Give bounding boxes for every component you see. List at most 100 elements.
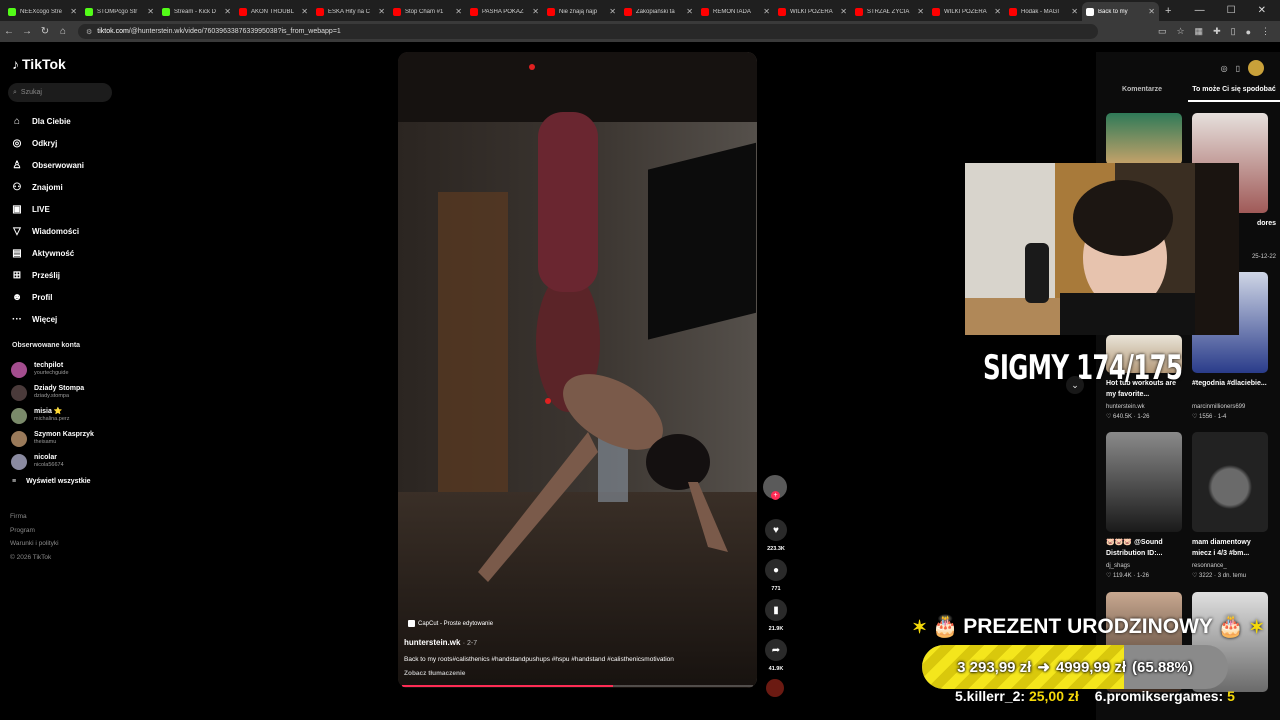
profile-browser-icon[interactable]: ● — [1246, 27, 1251, 37]
maximize-icon[interactable]: ☐ — [1227, 5, 1236, 16]
browser-tab[interactable]: STRZAŁ ŻYCIA ✕ — [851, 2, 928, 21]
browser-tab[interactable]: Stop Cham #1 ✕ — [389, 2, 466, 21]
video-author[interactable]: hunterstein.wk · 2-7 — [404, 638, 477, 647]
close-tab-icon[interactable]: ✕ — [532, 7, 539, 16]
close-tab-icon[interactable]: ✕ — [378, 7, 385, 16]
new-tab-icon[interactable]: + — [1165, 5, 1171, 17]
close-tab-icon[interactable]: ✕ — [70, 7, 77, 16]
thumbnail-5[interactable] — [1106, 432, 1182, 532]
sidebar-item[interactable]: ♙ Obserwowani — [10, 154, 120, 176]
followed-account[interactable]: techpilot yourtechguide — [11, 358, 121, 381]
close-tab-icon[interactable]: ✕ — [1071, 7, 1078, 16]
follow-plus-icon[interactable]: + — [771, 491, 780, 500]
item-caption[interactable]: 🐷🐷🐷 @Sound Distribution ID:... — [1106, 537, 1184, 559]
close-tab-icon[interactable]: ✕ — [840, 7, 847, 16]
heart-icon[interactable]: ♥ — [765, 519, 787, 541]
close-tab-icon[interactable]: ✕ — [455, 7, 462, 16]
item-author[interactable]: dj_shags — [1106, 561, 1186, 571]
sidebar-item[interactable]: ▽ Wiadomości — [10, 220, 120, 242]
sidepanel-icon[interactable]: ▯ — [1231, 26, 1236, 37]
chevron-down-icon[interactable]: ⌄ — [1066, 376, 1084, 394]
followed-account[interactable]: misia ⭐ michalina.perz — [11, 404, 121, 427]
home-browser-icon[interactable]: ⌂ — [54, 26, 72, 37]
minimize-icon[interactable]: — — [1195, 5, 1205, 16]
translate-link[interactable]: Zobacz tłumaczenie — [404, 670, 465, 677]
item-author[interactable]: marcinmillioners699 — [1192, 402, 1272, 412]
comment-icon[interactable]: ● — [765, 559, 787, 581]
search-input[interactable]: ⌕ Szukaj — [8, 83, 112, 102]
browser-tab[interactable]: ESKA Hity na C ✕ — [312, 2, 389, 21]
browser-tab[interactable]: WILKI POŻERA ✕ — [774, 2, 851, 21]
browser-tab[interactable]: REMONTADA ✕ — [697, 2, 774, 21]
sidebar-item[interactable]: ☻ Profil — [10, 286, 120, 308]
capcut-badge[interactable]: CapCut - Proste edytowanie — [408, 620, 493, 627]
user-avatar[interactable] — [1248, 60, 1264, 76]
footer-link[interactable]: Warunki i polityki — [10, 537, 59, 551]
comment-action[interactable]: ● 771 — [763, 559, 789, 592]
extension-icon[interactable]: ▦ — [1195, 26, 1204, 37]
reload-icon[interactable]: ↻ — [36, 26, 54, 37]
sidebar-item[interactable]: ⊞ Prześlij — [10, 264, 120, 286]
followed-account[interactable]: nicolar nicola56674 — [11, 450, 121, 473]
share-icon[interactable]: ➦ — [765, 639, 787, 661]
video-progress-bar[interactable] — [402, 685, 753, 687]
cast-icon[interactable]: ▭ — [1158, 26, 1167, 37]
music-disc-icon[interactable] — [766, 679, 784, 697]
footer-link[interactable]: Program — [10, 524, 59, 538]
tab-suggested[interactable]: To może Ci się spodobać — [1188, 86, 1280, 102]
thumbnail-1[interactable] — [1106, 113, 1182, 165]
item-author[interactable]: resonnance_ — [1192, 561, 1272, 571]
followed-account[interactable]: Dziady Stompa dziady.stompa — [11, 381, 121, 404]
close-tab-icon[interactable]: ✕ — [917, 7, 924, 16]
sidebar-item[interactable]: ⚇ Znajomi — [10, 176, 120, 198]
item-author[interactable]: hunterstein.wk — [1106, 402, 1186, 412]
thumbnail-6[interactable] — [1192, 432, 1268, 532]
back-icon[interactable]: ← — [0, 26, 18, 37]
like-action[interactable]: ♥ 223.3K — [763, 519, 789, 552]
sidebar-item[interactable]: ··· Więcej — [10, 308, 120, 330]
browser-tab[interactable]: Stream - Kick D ✕ — [158, 2, 235, 21]
item-caption[interactable]: #tegodnia #dlaciebie... — [1192, 378, 1270, 389]
sidebar-item[interactable]: ◎ Odkryj — [10, 132, 120, 154]
tiktok-logo[interactable]: ♪ TikTok — [12, 56, 66, 72]
footer-link[interactable]: Firma — [10, 510, 59, 524]
close-window-icon[interactable]: ✕ — [1258, 5, 1266, 16]
browser-tab[interactable]: PASHA POKAZ ✕ — [466, 2, 543, 21]
bookmark-icon[interactable]: ▮ — [765, 599, 787, 621]
browser-tab[interactable]: Nie znają najp ✕ — [543, 2, 620, 21]
browser-tab[interactable]: WILKI POŻERA ✕ — [928, 2, 1005, 21]
show-all-button[interactable]: ≡ Wyświetl wszystkie — [12, 478, 91, 485]
close-tab-icon[interactable]: ✕ — [224, 7, 231, 16]
close-tab-icon[interactable]: ✕ — [686, 7, 693, 16]
creator-avatar[interactable]: + — [763, 475, 787, 500]
close-tab-icon[interactable]: ✕ — [994, 7, 1001, 16]
author-name[interactable]: hunterstein.wk — [404, 638, 460, 647]
close-tab-icon[interactable]: ✕ — [609, 7, 616, 16]
puzzle-icon[interactable]: ✚ — [1213, 26, 1221, 37]
close-tab-icon[interactable]: ✕ — [1148, 7, 1155, 16]
close-tab-icon[interactable]: ✕ — [763, 7, 770, 16]
browser-tab[interactable]: Zakopiański ta ✕ — [620, 2, 697, 21]
bookmark-star-icon[interactable]: ☆ — [1176, 26, 1184, 37]
followed-account[interactable]: Szymon Kasprzyk theisamu — [11, 427, 121, 450]
menu-dots-icon[interactable]: ⋮ — [1261, 26, 1270, 37]
browser-tab[interactable]: Back to my ✕ — [1082, 2, 1159, 21]
close-tab-icon[interactable]: ✕ — [301, 7, 308, 16]
browser-tab[interactable]: STOMPcgo Str ✕ — [81, 2, 158, 21]
url-field[interactable]: ⚙ tiktok.com/@hunterstein.wk/video/76039… — [78, 24, 1098, 39]
device-icon[interactable]: ▯ — [1236, 64, 1240, 73]
item-caption[interactable]: mam diamentowy miecz i 4/3 #bm... — [1192, 537, 1270, 559]
forward-icon[interactable]: → — [18, 26, 36, 37]
sidebar-item[interactable]: ▤ Aktywność — [10, 242, 120, 264]
tab-comments[interactable]: Komentarze — [1096, 86, 1188, 102]
sidebar-item[interactable]: ▣ LIVE — [10, 198, 120, 220]
site-info-icon[interactable]: ⚙ — [86, 28, 92, 36]
close-tab-icon[interactable]: ✕ — [147, 7, 154, 16]
browser-tab[interactable]: AKON TROUBL ✕ — [235, 2, 312, 21]
browser-tab[interactable]: NEEXcogo Stre ✕ — [4, 2, 81, 21]
video-player[interactable]: CapCut - Proste edytowanie hunterstein.w… — [398, 52, 757, 688]
browser-tab[interactable]: Hodak - MAGI ✕ — [1005, 2, 1082, 21]
save-action[interactable]: ▮ 21.9K — [763, 599, 789, 632]
share-action[interactable]: ➦ 41.9K — [763, 639, 789, 672]
sidebar-item[interactable]: ⌂ Dla Ciebie — [10, 110, 120, 132]
